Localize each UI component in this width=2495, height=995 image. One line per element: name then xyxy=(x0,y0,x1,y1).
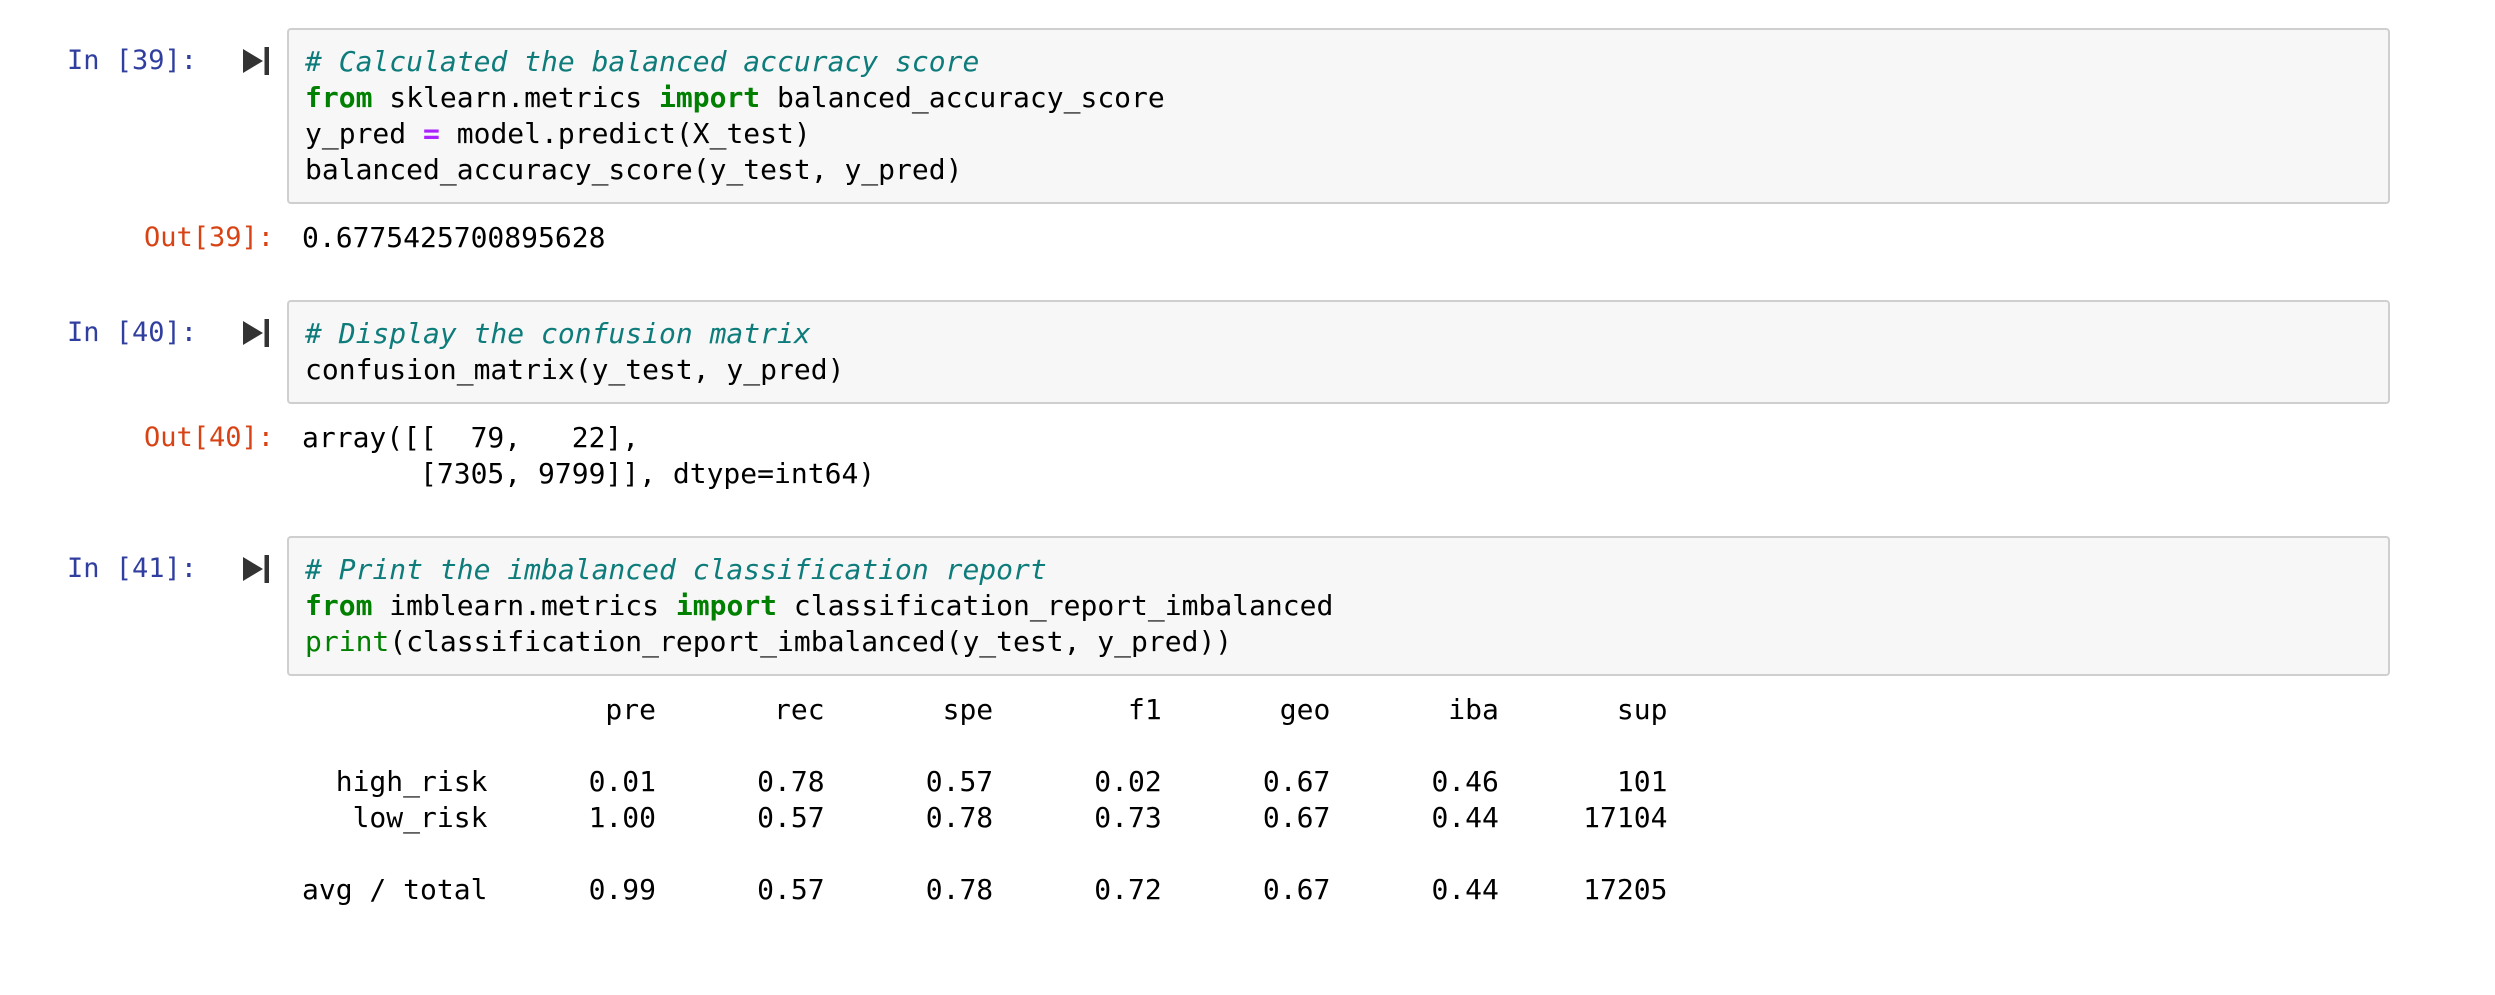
output-text: array([[ 79, 22], [7305, 9799]], dtype=i… xyxy=(302,420,2495,492)
code-token: from xyxy=(305,81,372,114)
run-cell-icon-glyph xyxy=(241,45,271,77)
code-token: imblearn.metrics xyxy=(372,589,675,622)
code-token: classification_report_imbalanced xyxy=(777,589,1333,622)
output-prompt: Out[40]: xyxy=(144,420,274,456)
notebook: In [39]: # Calculated the balanced accura… xyxy=(0,0,2495,908)
code-token: sklearn.metrics xyxy=(372,81,659,114)
code-token: = xyxy=(423,117,440,150)
output-prompt-area: Out[39]: xyxy=(0,220,287,256)
code-token: import xyxy=(676,589,777,622)
code-cell-2: In [40]: # Display the confusion matrix c… xyxy=(0,300,2495,492)
code-token: # Print the imbalanced classification re… xyxy=(305,553,1047,586)
code-cell-1: In [39]: # Calculated the balanced accura… xyxy=(0,28,2495,256)
code-text: # Print the imbalanced classification re… xyxy=(305,552,2372,660)
output-text: 0.6775425700895628 xyxy=(302,220,2495,256)
output-content: 0.6775425700895628 xyxy=(287,220,2495,256)
code-text: # Calculated the balanced accuracy score… xyxy=(305,44,2372,188)
code-token: print xyxy=(305,625,389,658)
run-cell-icon-glyph xyxy=(241,553,271,585)
run-cell-icon[interactable] xyxy=(241,43,271,79)
input-prompt-area: In [40]: xyxy=(0,300,287,351)
input-prompt-area: In [39]: xyxy=(0,28,287,79)
cell-input-row: In [39]: # Calculated the balanced accura… xyxy=(0,28,2495,204)
output-prompt-area: Out[40]: xyxy=(0,420,287,456)
code-token: confusion_matrix(y_test, y_pred) xyxy=(305,353,844,386)
input-prompt: In [40]: xyxy=(67,315,197,351)
run-cell-icon[interactable] xyxy=(241,551,271,587)
code-input[interactable]: # Display the confusion matrix confusion… xyxy=(287,300,2390,404)
code-token: from xyxy=(305,589,372,622)
output-content: array([[ 79, 22], [7305, 9799]], dtype=i… xyxy=(287,420,2495,492)
cell-input-row: In [41]: # Print the imbalanced classific… xyxy=(0,536,2495,676)
output-content: pre rec spe f1 geo iba sup high_risk 0.0… xyxy=(287,692,2495,908)
code-token: import xyxy=(659,81,760,114)
input-prompt-area: In [41]: xyxy=(0,536,287,587)
cell-output-row: Out[40]: array([[ 79, 22], [7305, 9799]],… xyxy=(0,420,2495,492)
code-token: # Display the confusion matrix xyxy=(305,317,811,350)
classification-report: pre rec spe f1 geo iba sup high_risk 0.0… xyxy=(302,692,2495,908)
code-input[interactable]: # Calculated the balanced accuracy score… xyxy=(287,28,2390,204)
input-prompt: In [39]: xyxy=(67,43,197,79)
run-cell-icon-glyph xyxy=(241,317,271,349)
code-text: # Display the confusion matrix confusion… xyxy=(305,316,2372,388)
code-input[interactable]: # Print the imbalanced classification re… xyxy=(287,536,2390,676)
cell-output-row: pre rec spe f1 geo iba sup high_risk 0.0… xyxy=(0,692,2495,908)
code-token: # Calculated the balanced accuracy score xyxy=(305,45,979,78)
output-prompt: Out[39]: xyxy=(144,220,274,256)
code-token: balanced_accuracy_score xyxy=(760,81,1165,114)
cell-input-row: In [40]: # Display the confusion matrix c… xyxy=(0,300,2495,404)
code-token: (classification_report_imbalanced(y_test… xyxy=(389,625,1232,658)
input-prompt: In [41]: xyxy=(67,551,197,587)
code-token: model.predict(X_test) xyxy=(440,117,811,150)
code-token: y_pred xyxy=(305,117,423,150)
code-cell-3: In [41]: # Print the imbalanced classific… xyxy=(0,536,2495,908)
code-token: balanced_accuracy_score(y_test, y_pred) xyxy=(305,153,962,186)
cell-output-row: Out[39]: 0.6775425700895628 xyxy=(0,220,2495,256)
run-cell-icon[interactable] xyxy=(241,315,271,351)
